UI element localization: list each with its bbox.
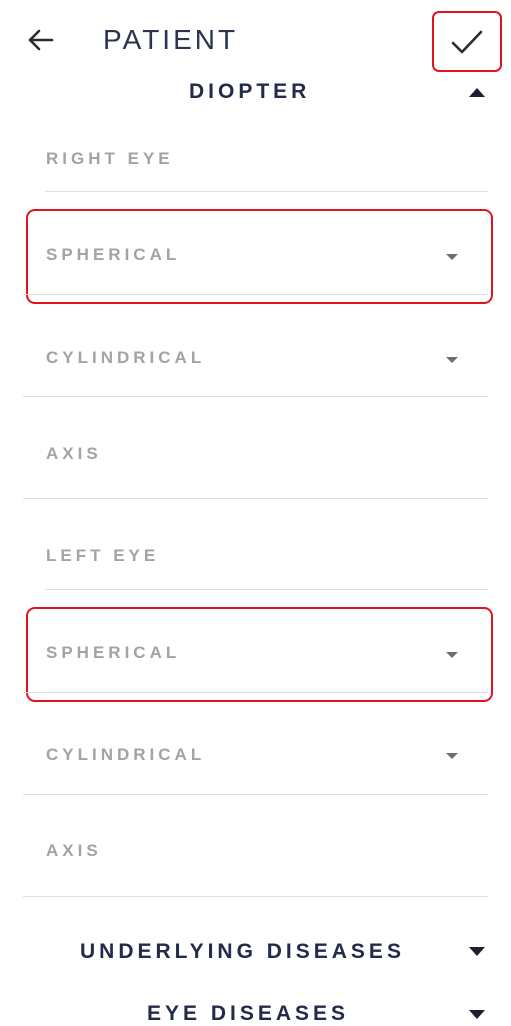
left-spherical-placeholder: SPHERICAL [46,643,181,662]
right-spherical-dropdown[interactable]: SPHERICAL [26,209,493,304]
left-cylindrical-placeholder: CYLINDRICAL [46,745,206,764]
divider [23,498,488,499]
expand-caret-icon[interactable] [469,1010,485,1019]
eye-diseases-section-title[interactable]: EYE DISEASES [147,1002,349,1026]
collapse-caret-icon[interactable] [469,88,485,97]
chevron-down-icon [446,652,458,658]
left-axis-input[interactable]: AXIS [23,808,488,888]
right-spherical-placeholder: SPHERICAL [46,245,181,264]
chevron-down-icon [446,357,458,363]
divider [45,191,488,192]
left-axis-placeholder: AXIS [46,841,102,860]
left-cylindrical-dropdown[interactable]: CYLINDRICAL [23,708,488,788]
right-axis-placeholder: AXIS [46,444,102,463]
right-cylindrical-dropdown[interactable]: CYLINDRICAL [23,310,488,390]
checkmark-icon [451,30,483,53]
expand-caret-icon[interactable] [469,947,485,956]
confirm-button[interactable] [432,11,502,72]
arrow-left-icon [28,29,54,51]
underlying-diseases-section-title[interactable]: UNDERLYING DISEASES [80,940,405,964]
diopter-section-title[interactable]: DIOPTER [189,80,310,104]
left-spherical-dropdown[interactable]: SPHERICAL [26,607,493,702]
divider [23,896,488,897]
divider [23,794,488,795]
chevron-down-icon [446,753,458,759]
divider [45,589,488,590]
left-eye-label: LEFT EYE [46,546,160,565]
divider [23,294,488,295]
divider [23,396,488,397]
back-button[interactable] [22,22,58,58]
right-cylindrical-placeholder: CYLINDRICAL [46,348,206,367]
right-eye-label: RIGHT EYE [46,149,174,168]
right-axis-input[interactable]: AXIS [23,410,488,490]
page-title: PATIENT [103,24,239,55]
divider [23,692,488,693]
chevron-down-icon [446,254,458,260]
